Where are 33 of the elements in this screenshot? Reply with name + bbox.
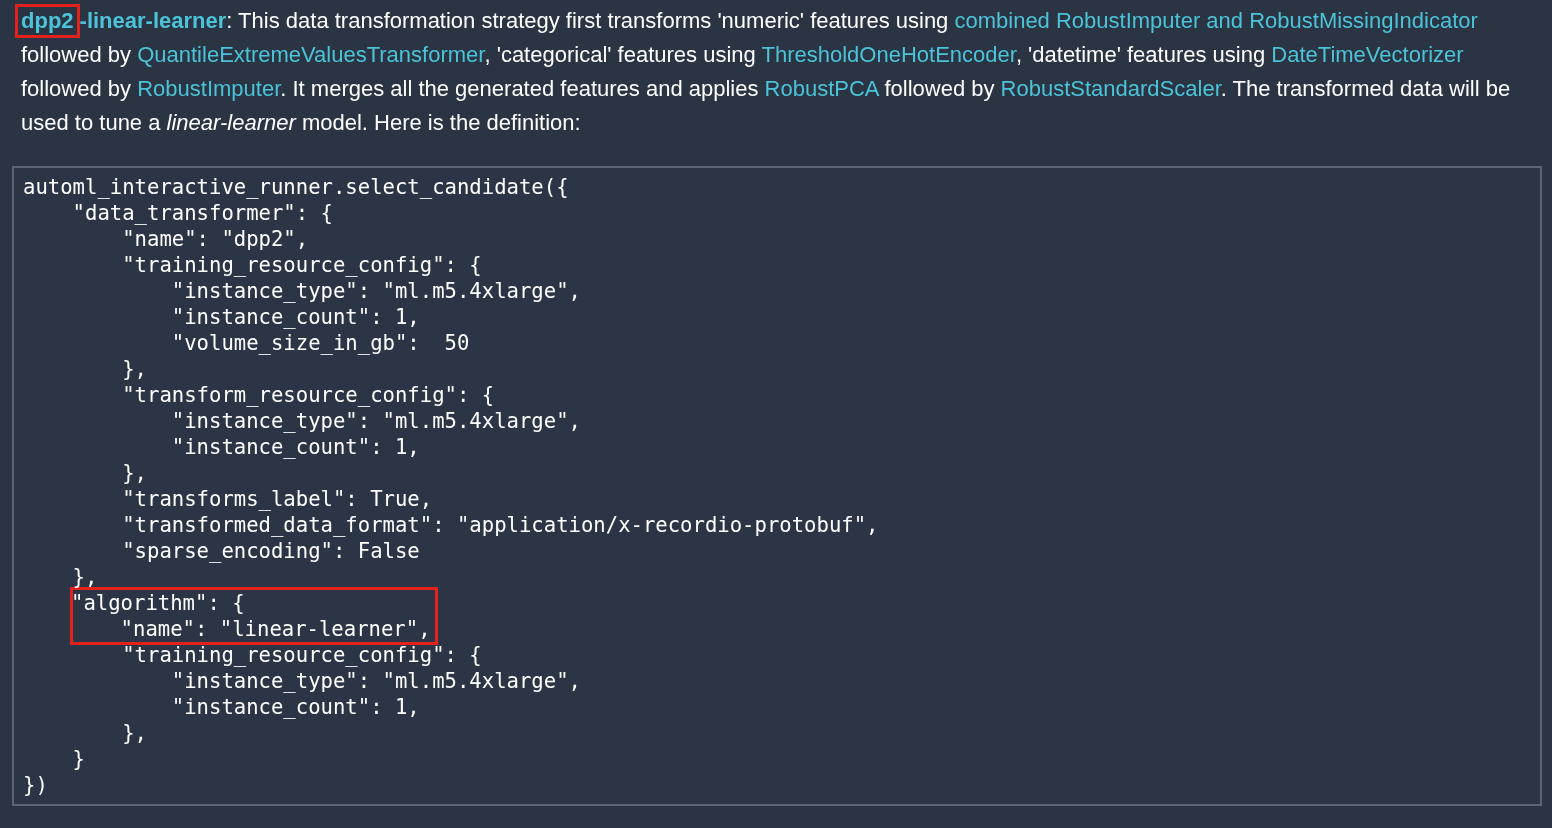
code-line: "sparse_encoding": False	[121, 538, 420, 564]
code-line: })	[23, 772, 48, 798]
code-line: "algorithm": {	[71, 590, 245, 616]
code-line: "data_transformer": {	[71, 200, 333, 226]
component-link[interactable]: RobustPCA	[764, 76, 879, 101]
code-line: },	[121, 356, 147, 382]
code-line: "name": "linear-learner",	[119, 616, 431, 642]
code-line: }	[71, 746, 85, 772]
component-link[interactable]: QuantileExtremeValuesTransformer	[137, 42, 485, 67]
code-line: automl_interactive_runner.select_candidate({	[23, 174, 569, 200]
code-line: "instance_count": 1,	[170, 434, 420, 460]
component-link[interactable]: RobustImputer	[137, 76, 281, 101]
title-link[interactable]: -linear-learner	[79, 8, 227, 33]
component-link[interactable]: ThresholdOneHotEncoder	[761, 42, 1016, 67]
title-link[interactable]: dpp2	[15, 4, 80, 38]
code-line: "instance_count": 1,	[170, 304, 420, 330]
component-link[interactable]: RobustStandardScaler	[1000, 76, 1221, 101]
code-line: "transformed_data_format": "application/x-recordio-protobuf",	[121, 512, 879, 538]
code-line: "training_resource_config": {	[121, 642, 482, 668]
code-line: "instance_type": "ml.m5.4xlarge",	[170, 278, 581, 304]
code-line: "instance_type": "ml.m5.4xlarge",	[170, 668, 581, 694]
code-line: "volume_size_in_gb": 50	[170, 330, 470, 356]
code-line: },	[121, 720, 147, 746]
component-link[interactable]: DateTimeVectorizer	[1271, 42, 1464, 67]
code-line: "training_resource_config": {	[121, 252, 482, 278]
component-link[interactable]: combined RobustImputer and RobustMissingIndicator	[954, 8, 1478, 33]
code-line: "instance_type": "ml.m5.4xlarge",	[170, 408, 581, 434]
code-line: },	[121, 460, 147, 486]
code-line: "transforms_label": True,	[121, 486, 433, 512]
code-line: "name": "dpp2",	[121, 226, 309, 252]
code-line: "transform_resource_config": {	[121, 382, 495, 408]
code-line: "instance_count": 1,	[170, 694, 420, 720]
code-line: },	[71, 564, 98, 590]
